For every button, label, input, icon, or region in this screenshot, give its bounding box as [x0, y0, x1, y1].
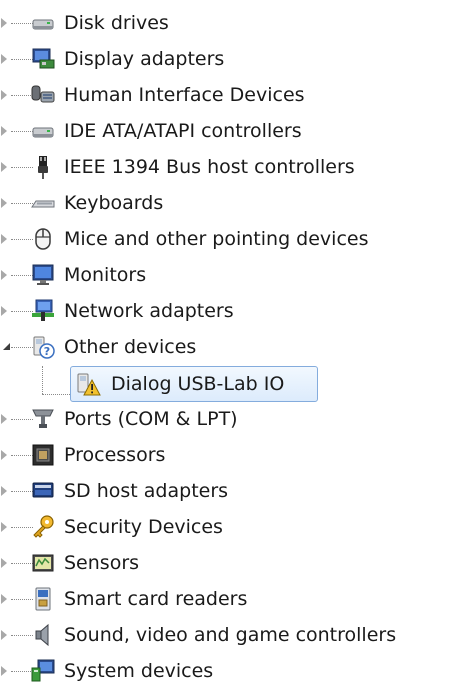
tree-item-sound-video-game[interactable]: Sound, video and game controllers: [0, 617, 450, 653]
expand-arrow-icon[interactable]: [1, 558, 7, 568]
network-adapter-icon: [32, 299, 54, 321]
tree-item-label: Sensors: [64, 552, 140, 574]
tree-item-dialog-usb-lab-io[interactable]: Dialog USB-Lab IO: [70, 366, 318, 402]
tree-item-label: Other devices: [64, 336, 197, 358]
device-tree: Disk drives Display adapters Human Inter…: [0, 0, 450, 694]
firewire-icon: [38, 156, 48, 179]
tree-item-ide-controllers[interactable]: IDE ATA/ATAPI controllers: [0, 113, 450, 149]
tree-item-processors[interactable]: Processors: [0, 437, 450, 473]
ports-icon: [32, 409, 54, 428]
expand-arrow-icon[interactable]: [1, 198, 7, 208]
keyboard-icon: [31, 200, 55, 208]
expand-arrow-icon[interactable]: [1, 54, 7, 64]
tree-item-label: Human Interface Devices: [64, 84, 305, 106]
warning-device-icon: [77, 373, 101, 396]
security-key-icon: [33, 515, 54, 538]
tree-item-label: Monitors: [64, 264, 147, 286]
tree-item-human-interface-devices[interactable]: Human Interface Devices: [0, 77, 450, 113]
tree-item-ieee-1394[interactable]: IEEE 1394 Bus host controllers: [0, 149, 450, 185]
tree-connector: [42, 394, 72, 395]
tree-item-sensors[interactable]: Sensors: [0, 545, 450, 581]
tree-item-other-devices[interactable]: ? Other devices: [0, 329, 450, 365]
tree-item-keyboards[interactable]: Keyboards: [0, 185, 450, 221]
expand-arrow-icon[interactable]: [1, 630, 7, 640]
tree-item-label: Smart card readers: [64, 588, 248, 610]
tree-item-label: Sound, video and game controllers: [64, 624, 397, 646]
tree-item-label: Ports (COM & LPT): [64, 408, 238, 430]
system-devices-icon: [31, 659, 55, 682]
expand-arrow-icon[interactable]: [1, 234, 7, 244]
expand-arrow-icon[interactable]: [1, 90, 7, 100]
tree-item-label: Mice and other pointing devices: [64, 228, 369, 250]
expand-arrow-icon[interactable]: [1, 126, 7, 136]
tree-item-label: Dialog USB-Lab IO: [111, 373, 285, 395]
sensor-icon: [32, 554, 54, 572]
tree-item-mice[interactable]: Mice and other pointing devices: [0, 221, 450, 257]
tree-item-system-devices[interactable]: System devices: [0, 653, 450, 689]
svg-text:?: ?: [44, 345, 50, 358]
ide-controller-icon: [32, 127, 54, 138]
expand-arrow-icon[interactable]: [1, 666, 7, 676]
expand-arrow-icon[interactable]: [1, 486, 7, 496]
tree-item-label: Disk drives: [64, 12, 169, 34]
tree-item-label: System devices: [64, 660, 214, 682]
expand-arrow-icon[interactable]: [1, 450, 7, 460]
tree-item-network-adapters[interactable]: Network adapters: [0, 293, 450, 329]
smart-card-icon: [35, 587, 51, 611]
mouse-icon: [35, 228, 51, 250]
tree-item-label: Display adapters: [64, 48, 225, 70]
expand-arrow-icon[interactable]: [1, 414, 7, 424]
tree-item-label: Processors: [64, 444, 166, 466]
tree-item-label: SD host adapters: [64, 480, 229, 502]
tree-item-smart-card-readers[interactable]: Smart card readers: [0, 581, 450, 617]
tree-item-monitors[interactable]: Monitors: [0, 257, 450, 293]
expand-arrow-icon[interactable]: [1, 306, 7, 316]
tree-item-disk-drives[interactable]: Disk drives: [0, 5, 450, 41]
tree-item-ports[interactable]: Ports (COM & LPT): [0, 401, 450, 437]
monitor-icon: [32, 264, 54, 285]
tree-item-label: IEEE 1394 Bus host controllers: [64, 156, 355, 178]
tree-item-label: IDE ATA/ATAPI controllers: [64, 120, 302, 142]
expand-arrow-icon[interactable]: [1, 18, 7, 28]
tree-item-label: Security Devices: [64, 516, 223, 538]
tree-connector: [42, 366, 43, 394]
expand-arrow-icon[interactable]: [1, 594, 7, 604]
tree-item-label: Keyboards: [64, 192, 164, 214]
expand-arrow-icon[interactable]: [1, 270, 7, 280]
tree-item-sd-host-adapters[interactable]: SD host adapters: [0, 473, 450, 509]
speaker-icon: [35, 623, 49, 647]
processor-icon: [32, 444, 54, 466]
tree-item-label: Network adapters: [64, 300, 234, 322]
collapse-arrow-icon[interactable]: [3, 343, 10, 350]
other-devices-icon: ?: [33, 336, 55, 359]
expand-arrow-icon[interactable]: [1, 162, 7, 172]
tree-item-display-adapters[interactable]: Display adapters: [0, 41, 450, 77]
disk-drive-icon: [32, 19, 54, 30]
display-adapter-icon: [32, 48, 55, 69]
tree-item-security-devices[interactable]: Security Devices: [0, 509, 450, 545]
sd-adapter-icon: [32, 482, 54, 498]
hid-icon: [31, 85, 55, 103]
expand-arrow-icon[interactable]: [1, 522, 7, 532]
